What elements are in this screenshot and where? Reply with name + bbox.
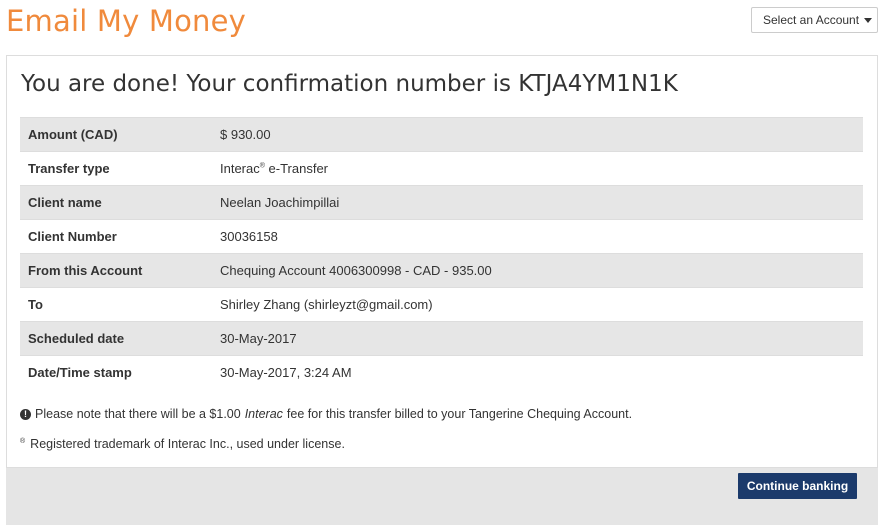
row-label: Scheduled date (20, 321, 220, 356)
transfer-type-suffix: e-Transfer (264, 161, 329, 176)
row-label: Amount (CAD) (20, 117, 220, 152)
continue-banking-button[interactable]: Continue banking (738, 473, 857, 499)
row-value: 30-May-2017, 3:24 AM (220, 365, 352, 381)
row-value: Shirley Zhang (shirleyzt@gmail.com) (220, 287, 863, 322)
transfer-details-table: Amount (CAD) $ 930.00 Transfer type Inte… (20, 117, 863, 390)
fee-note: ! Please note that there will be a $1.00… (20, 407, 632, 421)
account-select-label: Select an Account (763, 13, 860, 27)
note-emphasis: Interac (244, 407, 283, 421)
page-title: Email My Money (6, 4, 247, 38)
table-row: Scheduled date 30-May-2017 (20, 321, 863, 356)
note-suffix: fee for this transfer billed to your Tan… (286, 407, 633, 421)
caret-down-icon (864, 18, 873, 23)
table-row: Transfer type Interac® e-Transfer (20, 151, 863, 186)
table-row: From this Account Chequing Account 40063… (20, 253, 863, 288)
trademark-text: Registered trademark of Interac Inc., us… (30, 437, 345, 451)
confirmation-panel: You are done! Your confirmation number i… (6, 55, 878, 468)
row-label: Client name (20, 185, 220, 220)
table-row: To Shirley Zhang (shirleyzt@gmail.com) (20, 287, 863, 322)
trademark-note: ® Registered trademark of Interac Inc., u… (20, 437, 345, 451)
row-label: Client Number (20, 219, 220, 254)
confirmation-heading: You are done! Your confirmation number i… (21, 71, 678, 97)
row-value: Neelan Joachimpillai (220, 185, 863, 220)
row-label: From this Account (20, 253, 220, 288)
table-row: Client name Neelan Joachimpillai (20, 185, 863, 220)
footer-bar: Continue banking (6, 468, 878, 525)
table-row: Date/Time stamp 30-May-2017, 3:24 AM (20, 356, 863, 390)
table-row: Amount (CAD) $ 930.00 (20, 117, 863, 152)
registered-mark: ® (20, 437, 26, 445)
row-value: Interac® e-Transfer (220, 151, 863, 186)
page: Email My Money Select an Account You are… (0, 0, 890, 525)
account-select-dropdown[interactable]: Select an Account (751, 7, 878, 33)
note-prefix: Please note that there will be a $1.00 (35, 407, 241, 421)
row-value: $ 930.00 (220, 117, 863, 152)
row-label: To (20, 287, 220, 322)
table-row: Client Number 30036158 (20, 219, 863, 254)
interac-name: Interac (220, 161, 260, 176)
row-label: Date/Time stamp (28, 365, 132, 381)
row-label: Transfer type (20, 151, 220, 186)
row-value: 30-May-2017 (220, 321, 863, 356)
info-icon: ! (20, 408, 31, 420)
row-value: 30036158 (220, 219, 863, 254)
row-value: Chequing Account 4006300998 - CAD - 935.… (220, 253, 863, 288)
